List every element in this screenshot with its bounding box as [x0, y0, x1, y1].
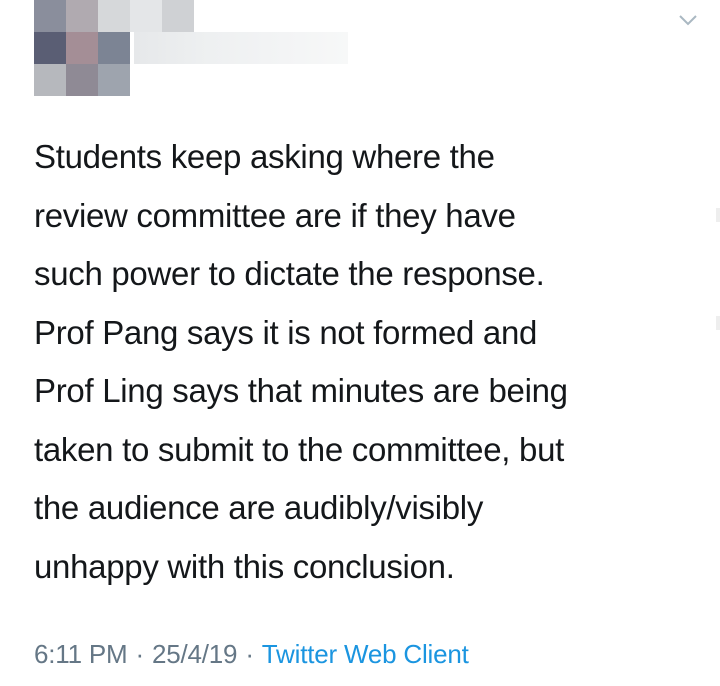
- avatar-pixel: [98, 0, 130, 32]
- meta-separator: ·: [135, 638, 145, 669]
- avatar-pixel: [162, 0, 194, 32]
- avatar-pixel: [98, 32, 130, 64]
- avatar-pixel: [130, 0, 162, 32]
- avatar-pixel: [34, 32, 66, 64]
- edge-divider: [716, 208, 720, 222]
- tweet-text: Students keep asking where the review co…: [34, 138, 568, 585]
- tweet-client-link[interactable]: Twitter Web Client: [262, 639, 469, 670]
- avatar-pixel: [66, 0, 98, 32]
- tweet-meta: 6:11 PM · 25/4/19 · Twitter Web Client: [34, 634, 469, 674]
- chevron-down-icon: [679, 15, 697, 26]
- user-name-blurred[interactable]: [134, 32, 348, 64]
- avatar-pixel: [66, 64, 98, 96]
- avatar-pixel: [66, 32, 98, 64]
- edge-divider: [716, 316, 720, 330]
- avatar-pixel: [34, 0, 66, 32]
- meta-separator: ·: [245, 638, 254, 669]
- avatar-pixel: [98, 64, 130, 96]
- more-options-button[interactable]: [676, 10, 700, 30]
- tweet-date[interactable]: 25/4/19: [152, 639, 238, 670]
- avatar-pixel: [34, 64, 66, 96]
- tweet-time[interactable]: 6:11 PM: [34, 639, 128, 670]
- tweet-card: Students keep asking where the review co…: [0, 0, 720, 686]
